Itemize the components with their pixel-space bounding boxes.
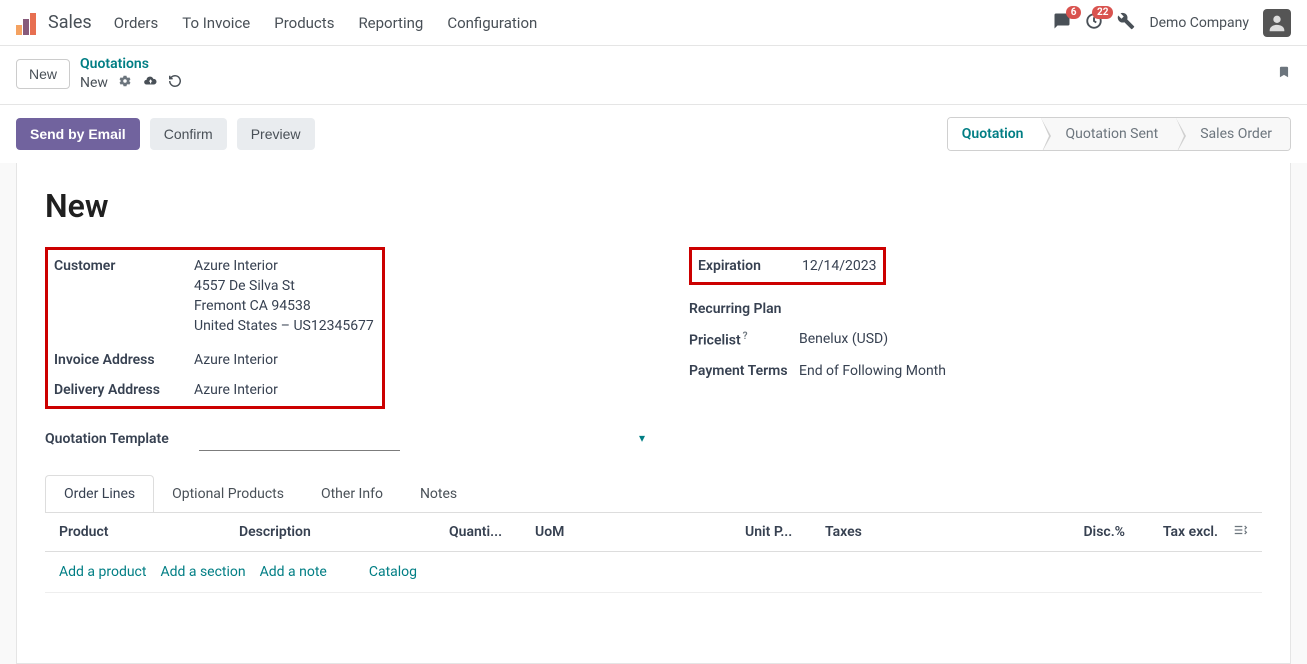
columns-options-icon[interactable] — [1218, 523, 1248, 541]
app-logo — [16, 11, 40, 35]
status-bar: Quotation Quotation Sent Sales Order — [947, 117, 1291, 151]
quotation-template-label: Quotation Template — [45, 431, 185, 447]
tab-notes[interactable]: Notes — [401, 475, 476, 512]
breadcrumb-current: New — [80, 75, 108, 91]
tab-optional-products[interactable]: Optional Products — [153, 475, 303, 512]
action-bar: Send by Email Confirm Preview Quotation … — [0, 105, 1307, 163]
add-note-link[interactable]: Add a note — [260, 564, 327, 580]
col-discount[interactable]: Disc.% — [1015, 524, 1125, 540]
delivery-address-field[interactable]: Azure Interior — [194, 382, 376, 398]
nav-reporting[interactable]: Reporting — [358, 14, 423, 32]
catalog-link[interactable]: Catalog — [369, 564, 417, 580]
add-product-link[interactable]: Add a product — [59, 564, 146, 580]
tab-other-info[interactable]: Other Info — [302, 475, 402, 512]
form-sheet: New Customer Azure Interior 4557 De Silv… — [16, 163, 1291, 664]
top-nav: Sales Orders To Invoice Products Reporti… — [0, 0, 1307, 46]
col-tax-excl[interactable]: Tax excl. — [1128, 524, 1218, 540]
quotation-template-field[interactable] — [199, 427, 400, 451]
invoice-address-label: Invoice Address — [54, 352, 194, 368]
nav-to-invoice[interactable]: To Invoice — [182, 14, 250, 32]
company-selector[interactable]: Demo Company — [1149, 15, 1249, 31]
record-title: New — [45, 187, 1262, 225]
add-section-link[interactable]: Add a section — [160, 564, 245, 580]
customer-label: Customer — [54, 258, 194, 274]
tools-icon[interactable] — [1117, 12, 1135, 34]
expiration-label: Expiration — [698, 258, 802, 274]
chevron-down-icon: ▾ — [639, 431, 645, 445]
order-lines-add-row: Add a product Add a section Add a note C… — [45, 552, 1262, 593]
user-avatar[interactable] — [1263, 9, 1291, 37]
delivery-address-label: Delivery Address — [54, 382, 194, 398]
discard-icon[interactable] — [168, 74, 182, 92]
status-sales-order[interactable]: Sales Order — [1176, 118, 1290, 150]
activities-icon[interactable]: 22 — [1085, 12, 1103, 34]
gear-icon[interactable] — [118, 74, 132, 92]
pricelist-field[interactable]: Benelux (USD) — [799, 331, 1262, 347]
activities-badge: 22 — [1092, 6, 1113, 19]
cloud-upload-icon[interactable] — [142, 74, 158, 92]
col-description[interactable]: Description — [239, 524, 449, 540]
col-uom[interactable]: UoM — [535, 524, 745, 540]
payment-terms-label: Payment Terms — [689, 363, 799, 379]
recurring-plan-label: Recurring Plan — [689, 301, 799, 317]
confirm-button[interactable]: Confirm — [150, 118, 227, 150]
bookmark-icon[interactable] — [1277, 63, 1291, 86]
new-button[interactable]: New — [16, 59, 70, 89]
preview-button[interactable]: Preview — [237, 118, 315, 150]
col-product[interactable]: Product — [59, 524, 239, 540]
main-menu: Orders To Invoice Products Reporting Con… — [114, 14, 538, 32]
col-taxes[interactable]: Taxes — [825, 524, 1015, 540]
pricelist-label: Pricelist? — [689, 331, 799, 349]
nav-configuration[interactable]: Configuration — [447, 14, 537, 32]
order-lines-header: Product Description Quanti... UoM Unit P… — [45, 512, 1262, 552]
app-name[interactable]: Sales — [48, 12, 92, 33]
invoice-address-field[interactable]: Azure Interior — [194, 352, 376, 368]
status-quotation-sent[interactable]: Quotation Sent — [1041, 118, 1176, 150]
expiration-field[interactable]: 12/14/2023 — [802, 258, 877, 274]
col-unit-price[interactable]: Unit P... — [745, 524, 825, 540]
messages-icon[interactable]: 6 — [1053, 12, 1071, 34]
send-by-email-button[interactable]: Send by Email — [16, 118, 140, 150]
breadcrumb-bar: New Quotations New — [0, 46, 1307, 105]
breadcrumb-root[interactable]: Quotations — [80, 56, 182, 72]
col-quantity[interactable]: Quanti... — [449, 524, 535, 540]
customer-field[interactable]: Azure Interior 4557 De Silva St Fremont … — [194, 258, 376, 338]
tab-order-lines[interactable]: Order Lines — [45, 475, 154, 512]
messages-badge: 6 — [1066, 6, 1082, 19]
status-quotation[interactable]: Quotation — [948, 118, 1042, 150]
nav-orders[interactable]: Orders — [114, 14, 159, 32]
help-icon[interactable]: ? — [743, 331, 748, 342]
payment-terms-field[interactable]: End of Following Month — [799, 363, 1262, 379]
notebook-tabs: Order Lines Optional Products Other Info… — [45, 475, 1262, 512]
nav-products[interactable]: Products — [274, 14, 334, 32]
